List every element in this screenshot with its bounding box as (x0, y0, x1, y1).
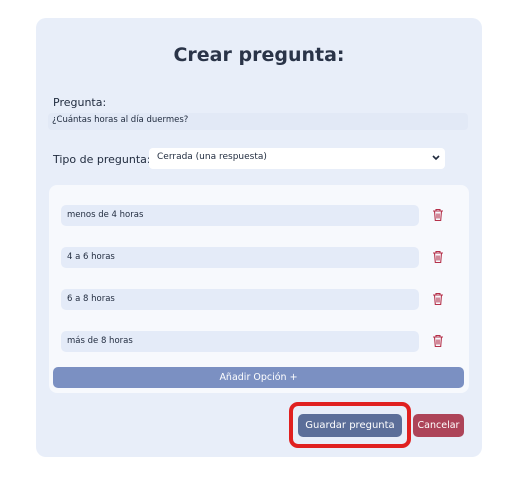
options-panel: menos de 4 horas 4 a 6 horas 6 a 8 horas… (49, 185, 469, 393)
question-type-selected: Cerrada (una respuesta) (157, 152, 267, 162)
option-input-2[interactable]: 4 a 6 horas (61, 247, 419, 268)
option-input-1[interactable]: menos de 4 horas (61, 205, 419, 226)
chevron-down-icon (432, 155, 440, 161)
trash-icon[interactable] (431, 250, 445, 264)
option-input-3[interactable]: 6 a 8 horas (61, 289, 419, 310)
trash-icon[interactable] (431, 208, 445, 222)
page-title: Crear pregunta: (173, 44, 345, 66)
trash-icon[interactable] (431, 292, 445, 306)
question-input[interactable]: ¿Cuántas horas al día duermes? (48, 113, 468, 130)
add-option-button[interactable]: Añadir Opción + (53, 367, 464, 388)
cancel-button[interactable]: Cancelar (413, 414, 464, 437)
create-question-card: Crear pregunta: Pregunta: ¿Cuántas horas… (36, 18, 482, 457)
question-type-label: Tipo de pregunta: (53, 153, 151, 166)
trash-icon[interactable] (431, 334, 445, 348)
option-input-4[interactable]: más de 8 horas (61, 331, 419, 352)
question-label: Pregunta: (53, 96, 107, 109)
save-question-button[interactable]: Guardar pregunta (298, 414, 402, 437)
question-type-select[interactable]: Cerrada (una respuesta) (149, 148, 445, 169)
